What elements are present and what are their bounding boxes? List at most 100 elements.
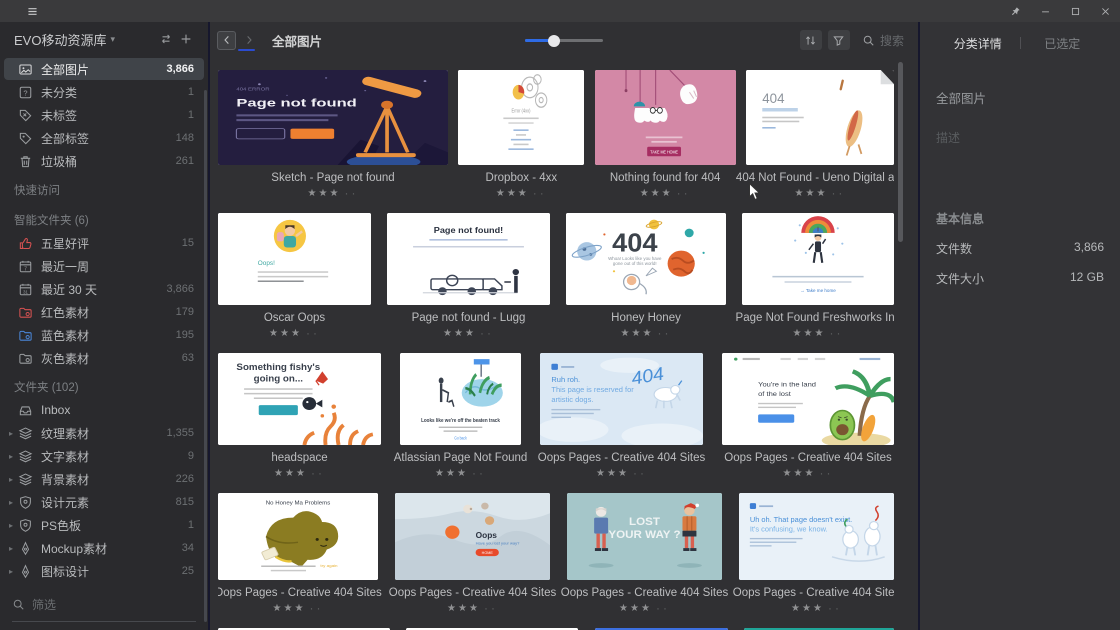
thumbnail[interactable]: No Honey Ma Problems try again [218, 493, 378, 580]
rating-stars[interactable]: ★★★ ·· [308, 186, 359, 200]
rating-stars[interactable]: ★★★ ·· [795, 186, 846, 200]
thumbnail[interactable]: Ruh roh. This page is reserved for artisti… [540, 353, 703, 445]
thumbnail[interactable]: LOST YOUR WAY ? [567, 493, 722, 580]
rating-stars[interactable]: ★★★ ·· [793, 326, 844, 340]
grid-item[interactable]: You're in the land of the lost Oops Pages … [722, 353, 894, 480]
grid-item[interactable]: Uh oh. That page doesn't exist. It's conf… [733, 493, 894, 615]
sidebar-item[interactable]: 全部标签 148 [4, 127, 204, 149]
sidebar-item[interactable]: ▸ 文字素材 9 [4, 445, 204, 467]
sidebar-section-header[interactable]: 快速访问 [0, 178, 208, 202]
sidebar-item[interactable]: 全部图片 3,866 [4, 58, 204, 80]
library-switcher[interactable]: EVO移动资源库 ▾ [14, 30, 115, 49]
search-input[interactable]: 搜索 [862, 32, 904, 49]
minimize-button[interactable] [1030, 0, 1060, 22]
sidebar-item[interactable]: Inbox [4, 399, 204, 421]
rating-stars[interactable]: ★★★ ·· [274, 466, 325, 480]
thumbnail[interactable]: Something fishy's going on... [218, 353, 381, 445]
thumbnail[interactable]: You're in the land of the lost [722, 353, 894, 445]
slider-thumb[interactable] [547, 34, 560, 47]
sidebar-item[interactable]: 垃圾桶 261 [4, 150, 204, 172]
sidebar-section-header[interactable]: 智能文件夹 (6) [0, 208, 208, 232]
tab-selected[interactable]: 已选定 [1021, 35, 1105, 52]
grid-item[interactable]: → Take me home Page Not Found Freshworks … [736, 213, 894, 340]
grid-item[interactable]: Page not found! Page not found - Lugg ★★★ ·… [387, 213, 550, 340]
thumbnail[interactable]: 404 Whoa! Looks like you have gone out of … [566, 213, 726, 305]
sidebar-item[interactable]: 灰色素材 63 [4, 347, 204, 369]
chevron-right-icon[interactable]: ▸ [6, 475, 16, 484]
chevron-right-icon[interactable]: ▸ [6, 429, 16, 438]
thumbnail[interactable]: 404 [745, 70, 894, 165]
thumbnail[interactable]: Oops Have you lost your way? HOME [395, 493, 550, 580]
grid-item[interactable]: No Honey Ma Problems try again Oops Pages … [218, 493, 382, 615]
sidebar-item[interactable]: ▾成品素材包 [4, 583, 204, 589]
chevron-right-icon[interactable]: ▸ [6, 567, 16, 576]
sync-button[interactable] [156, 29, 176, 49]
thumbnail[interactable]: 404 ERROR Page not found [218, 70, 448, 165]
rating-stars[interactable]: ★★★ ·· [640, 186, 691, 200]
thumbnail[interactable]: → Take me home [742, 213, 894, 305]
thumbnail[interactable]: Error (4xx) [458, 70, 585, 165]
thumbnail[interactable]: Oops! [218, 213, 371, 305]
sidebar-item[interactable]: ▸ PS色板 1 [4, 514, 204, 536]
sidebar-item[interactable]: 31 最近 30 天 3,866 [4, 278, 204, 300]
grid-item[interactable]: Oops! Oscar Oops ★★★ ·· [218, 213, 371, 340]
sidebar-filter-input[interactable]: 筛选 [12, 588, 196, 622]
rating-stars[interactable]: ★★★ ·· [791, 601, 842, 615]
maximize-button[interactable] [1060, 0, 1090, 22]
forward-button[interactable] [239, 31, 258, 50]
grid-item[interactable]: Looks like we're off the beaten track Go … [394, 353, 527, 480]
thumbnail[interactable]: Page not found! [387, 213, 550, 305]
sidebar-item[interactable]: ▸ 纹理素材 1,355 [4, 422, 204, 444]
back-button[interactable] [217, 30, 236, 50]
grid-item[interactable]: Error (4xx) Dropbox - 4xx ★★★ ·· [458, 70, 585, 200]
sidebar-item[interactable]: ▸ Mockup素材 34 [4, 537, 204, 559]
app-menu-button[interactable] [0, 5, 39, 18]
sidebar-item[interactable]: ▸ 图标设计 25 [4, 560, 204, 582]
description-placeholder[interactable]: 描述 [936, 129, 1104, 146]
grid-item[interactable]: LOST YOUR WAY ? Oops Pages - Creative 404 … [561, 493, 728, 615]
sidebar-item[interactable]: ? 未分类 1 [4, 81, 204, 103]
grid-item[interactable]: 404 Whoa! Looks like you have gone out of … [566, 213, 726, 340]
sidebar-item[interactable]: ▸ 设计元素 815 [4, 491, 204, 513]
rating-stars[interactable]: ★★★ ·· [435, 466, 486, 480]
sidebar-item[interactable]: 7 最近一周 [4, 255, 204, 277]
add-folder-button[interactable] [176, 29, 196, 49]
chevron-right-icon[interactable]: ▸ [6, 544, 16, 553]
close-button[interactable] [1090, 0, 1120, 22]
sidebar-item[interactable]: 未标签 1 [4, 104, 204, 126]
chevron-right-icon[interactable]: ▸ [6, 521, 16, 530]
thumbnail[interactable]: TAKE ME HOME [594, 70, 736, 165]
panel-title[interactable]: 全部图片 [936, 88, 1104, 107]
sidebar-item[interactable]: 蓝色素材 195 [4, 324, 204, 346]
grid-item[interactable]: 404 404 Not Found - Ueno Digital a... ★★★ ·… [736, 70, 894, 200]
rating-stars[interactable]: ★★★ ·· [443, 326, 494, 340]
sidebar-item[interactable]: 红色素材 179 [4, 301, 204, 323]
thumbnail-size-slider[interactable] [525, 33, 603, 47]
rating-stars[interactable]: ★★★ ·· [596, 466, 647, 480]
grid-item[interactable]: 404 ERROR Page not found Sketch - Page not… [218, 70, 448, 200]
tab-category-details[interactable]: 分类详情 [936, 35, 1020, 52]
rating-stars[interactable]: ★★★ ·· [447, 601, 498, 615]
pin-button[interactable] [1000, 0, 1030, 22]
grid-item[interactable]: Ruh roh. This page is reserved for artisti… [538, 353, 705, 480]
grid-scrollbar[interactable] [898, 62, 903, 242]
sidebar-scrollbar[interactable] [204, 90, 207, 622]
chevron-right-icon[interactable]: ▸ [6, 498, 16, 507]
rating-stars[interactable]: ★★★ ·· [621, 326, 672, 340]
sort-button[interactable] [799, 30, 822, 50]
sidebar-section-header[interactable]: 文件夹 (102) [0, 375, 208, 399]
rating-stars[interactable]: ★★★ ·· [496, 186, 547, 200]
chevron-right-icon[interactable]: ▸ [6, 452, 16, 461]
rating-stars[interactable]: ★★★ ·· [783, 466, 834, 480]
grid-item[interactable]: Oops Have you lost your way? HOME Oops Page… [389, 493, 556, 615]
thumbnail[interactable]: Looks like we're off the beaten track Go … [400, 353, 521, 445]
grid-item[interactable]: Something fishy's going on... headspace ★★★… [218, 353, 381, 480]
thumbnail[interactable]: Uh oh. That page doesn't exist. It's conf… [739, 493, 894, 580]
filter-button[interactable] [827, 30, 850, 50]
grid-item[interactable]: TAKE ME HOME Nothing found for 404 ★★★ ·· [594, 70, 736, 200]
sidebar-item[interactable]: ▸ 背景素材 226 [4, 468, 204, 490]
rating-stars[interactable]: ★★★ ·· [269, 326, 320, 340]
rating-stars[interactable]: ★★★ ·· [273, 601, 324, 615]
sidebar-item[interactable]: 五星好评 15 [4, 232, 204, 254]
rating-stars[interactable]: ★★★ ·· [619, 601, 670, 615]
